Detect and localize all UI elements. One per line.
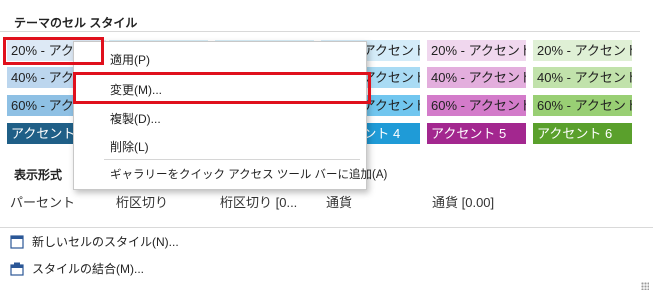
style-cell[interactable]: 40% - アクセント 6 <box>533 67 632 88</box>
theme-cell-styles-title: テーマのセル スタイル <box>14 16 138 30</box>
new-cell-style-button[interactable]: 新しいセルのスタイル(N)... <box>10 233 179 250</box>
highlight-selected-style <box>3 37 104 65</box>
number-format-title: 表示形式 <box>14 168 63 182</box>
menu-item-add-to-quick-access[interactable]: ギャラリーをクイック アクセス ツール バーに追加(A) <box>110 166 387 182</box>
menu-separator <box>104 159 360 160</box>
style-cell[interactable]: 20% - アクセント 6 <box>533 40 632 61</box>
bottom-divider <box>0 227 653 228</box>
style-cell[interactable]: 20% - アクセント 5 <box>427 40 526 61</box>
style-currency[interactable]: 通貨 <box>326 192 352 211</box>
menu-item-duplicate[interactable]: 複製(D)... <box>110 110 161 127</box>
style-comma-0[interactable]: 桁区切り [0... <box>220 192 297 211</box>
highlight-modify-item <box>73 72 371 104</box>
style-comma[interactable]: 桁区切り <box>116 192 168 211</box>
style-cell[interactable]: 60% - アクセント 6 <box>533 95 632 116</box>
menu-item-apply[interactable]: 適用(P) <box>110 51 150 68</box>
new-style-icon <box>10 234 24 249</box>
resize-grip[interactable] <box>641 282 649 290</box>
merge-styles-label: スタイルの結合(M)... <box>32 262 144 276</box>
style-currency-0[interactable]: 通貨 [0.00] <box>432 192 494 211</box>
title-divider <box>0 31 640 32</box>
style-cell[interactable]: 60% - アクセント 5 <box>427 95 526 116</box>
merge-styles-button[interactable]: スタイルの結合(M)... <box>10 260 144 277</box>
context-menu: 適用(P) 変更(M)... 複製(D)... 削除(L) ギャラリーをクイック… <box>73 41 387 190</box>
new-cell-style-label: 新しいセルのスタイル(N)... <box>32 235 179 249</box>
style-cell[interactable]: アクセント 5 <box>427 123 526 144</box>
style-percent[interactable]: パーセント <box>10 192 75 211</box>
style-cell[interactable]: 40% - アクセント 5 <box>427 67 526 88</box>
menu-item-delete[interactable]: 削除(L) <box>110 138 149 155</box>
style-cell[interactable]: アクセント 6 <box>533 123 632 144</box>
merge-styles-icon <box>10 262 24 276</box>
